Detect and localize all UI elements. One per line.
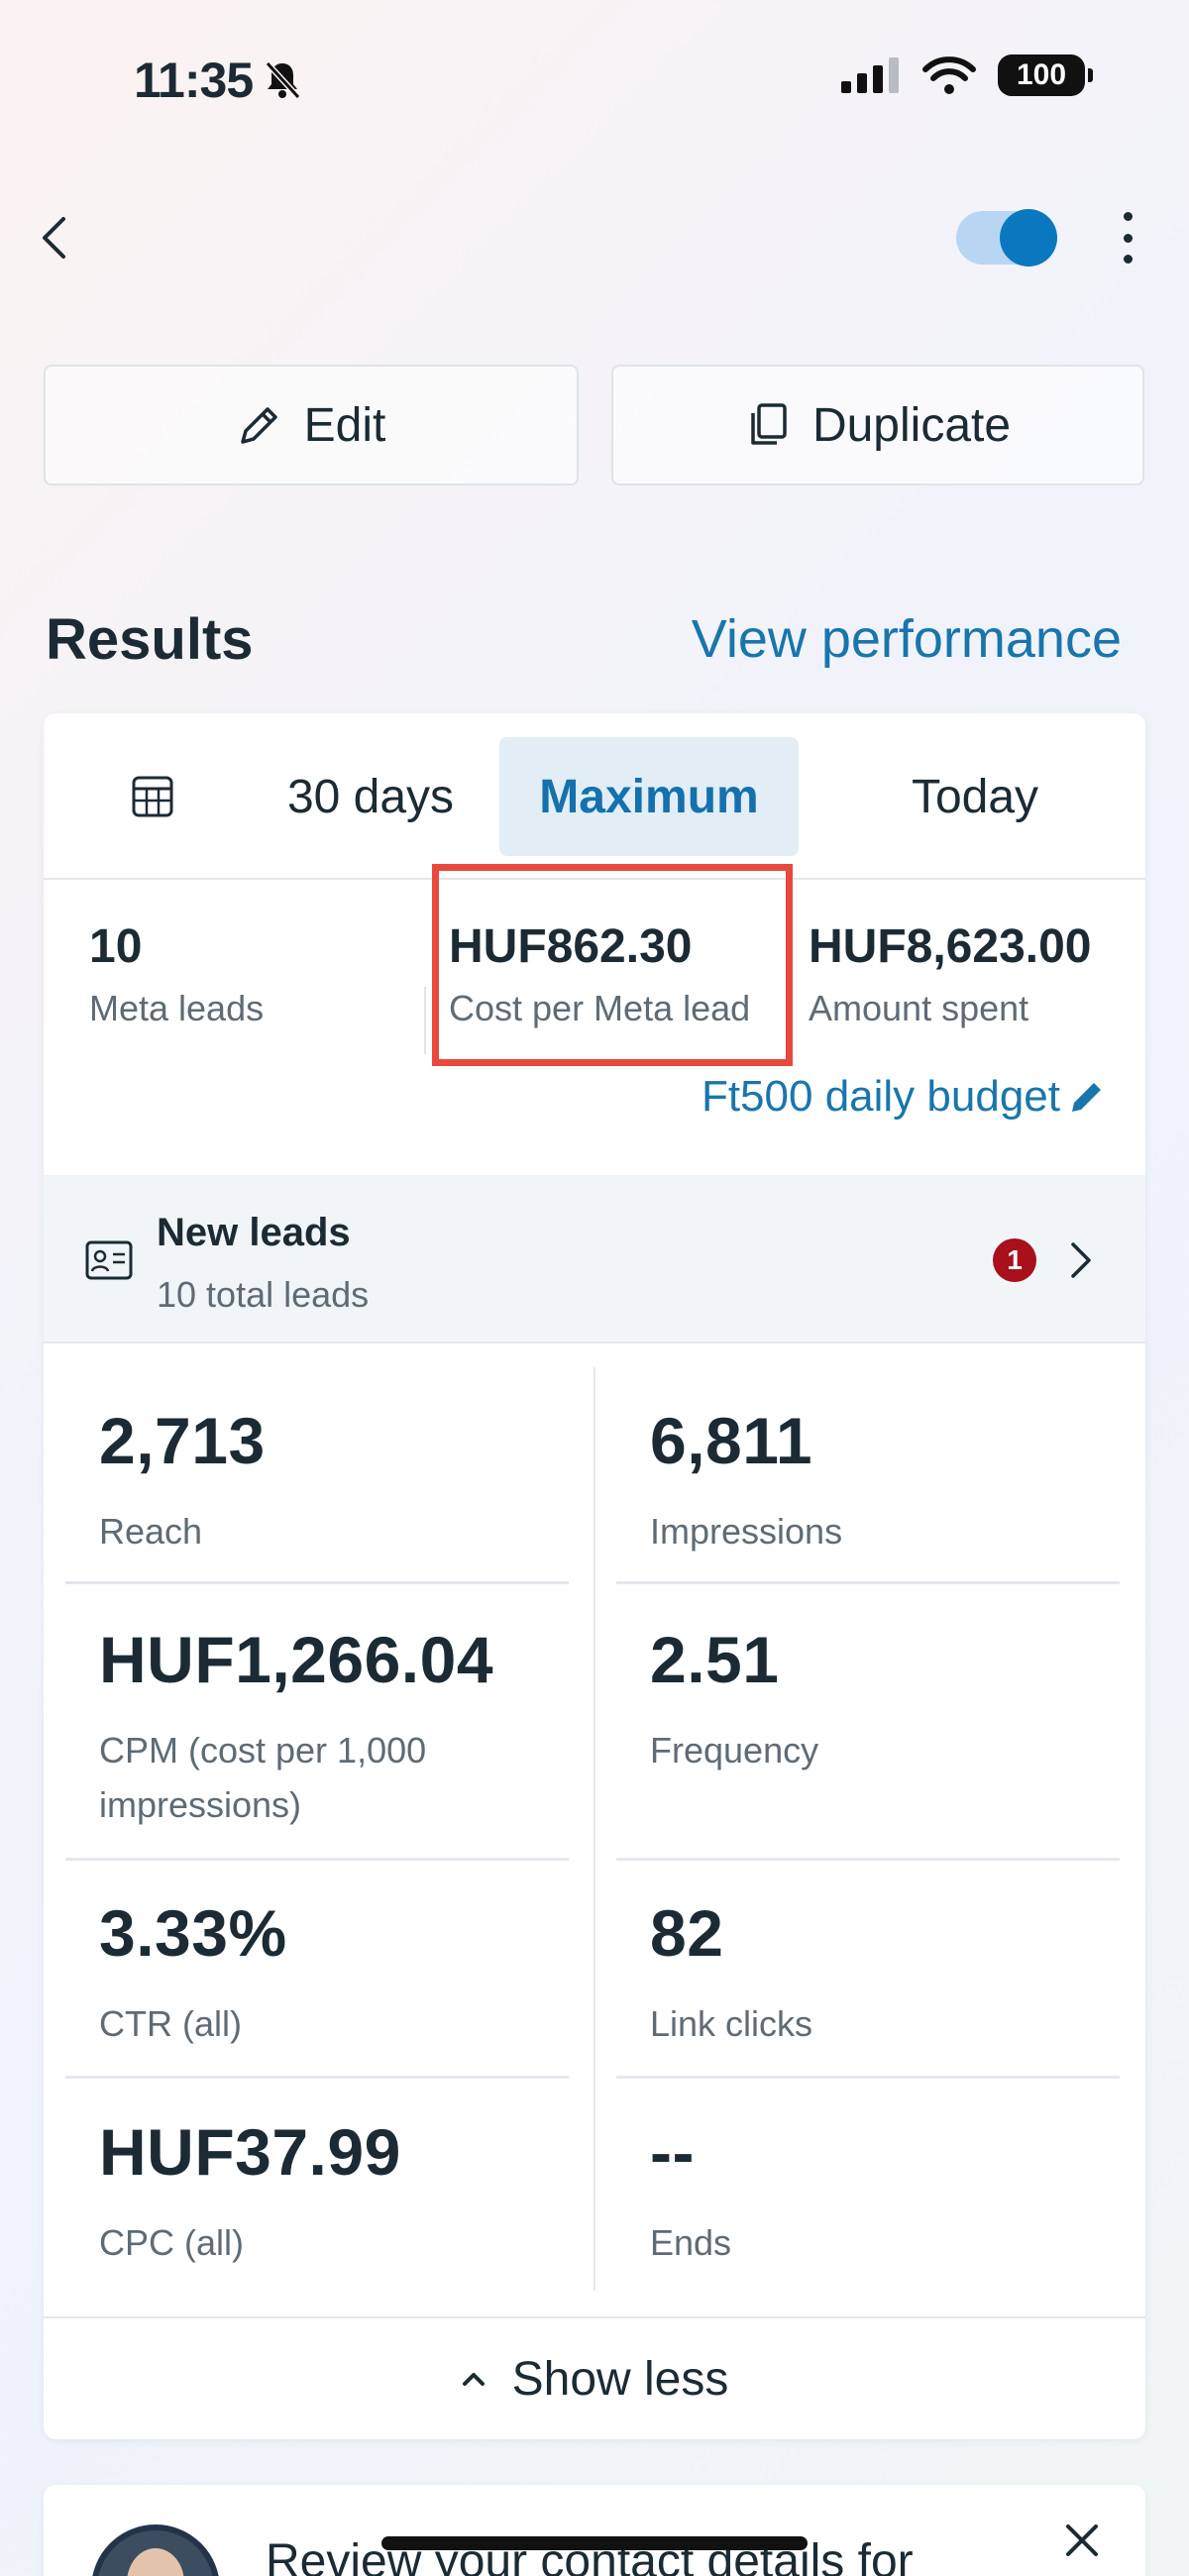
metric-label: Ends <box>650 2222 732 2263</box>
chevron-right-icon <box>1071 1242 1091 1278</box>
status-right: 100 <box>841 54 1093 96</box>
tab-today[interactable]: Today <box>826 737 1124 856</box>
duplicate-label: Duplicate <box>811 398 1012 452</box>
metric-value: HUF1,266.04 <box>99 1623 494 1696</box>
metric-link-clicks: 82 Link clicks <box>616 1860 1120 2079</box>
metric-value: 3.33% <box>99 1896 287 1970</box>
new-leads-title: New leads <box>157 1211 351 1254</box>
edit-label: Edit <box>303 398 386 452</box>
metric-label: CPM (cost per 1,000 impressions) <box>99 1730 427 1825</box>
battery-icon: 100 <box>998 54 1093 96</box>
new-leads-row[interactable]: New leads 10 total leads 1 <box>44 1175 1145 1343</box>
results-card: 30 days Maximum Today 10 Meta leads HUF8… <box>44 713 1145 2439</box>
back-icon[interactable] <box>40 213 79 263</box>
show-less-label: Show less <box>511 2352 729 2406</box>
contact-card-icon <box>85 1240 133 1280</box>
pencil-icon <box>240 407 277 444</box>
metric-ends: -- Ends <box>616 2079 1120 2270</box>
new-leads-subtitle: 10 total leads <box>157 1274 370 1315</box>
calendar-icon[interactable] <box>103 737 202 856</box>
tab-maximum[interactable]: Maximum <box>499 737 799 856</box>
metric-cpm: HUF1,266.04 CPM (cost per 1,000 impressi… <box>65 1586 569 1861</box>
battery-level: 100 <box>1016 58 1067 91</box>
kpi-divider <box>424 987 426 1054</box>
metric-label: CTR (all) <box>99 2003 242 2044</box>
wifi-icon <box>922 56 976 94</box>
show-less-button[interactable]: Show less <box>44 2316 1145 2439</box>
metric-value: 6,811 <box>650 1404 813 1477</box>
toggle-knob <box>1000 209 1057 267</box>
ad-status-toggle[interactable] <box>956 209 1057 267</box>
status-time: 11:35 <box>134 52 302 109</box>
duplicate-icon <box>751 403 787 445</box>
close-icon[interactable] <box>1062 2521 1102 2560</box>
metric-label: Link clicks <box>650 2003 813 2044</box>
metric-value: 2.51 <box>650 1623 780 1696</box>
results-title: Results <box>46 607 254 672</box>
metric-impressions: 6,811 Impressions <box>616 1367 1120 1584</box>
notification-badge: 1 <box>993 1238 1036 1282</box>
kpi-label: Amount spent <box>809 988 1029 1028</box>
signal-icon <box>841 57 899 93</box>
tab-30-days[interactable]: 30 days <box>232 737 509 856</box>
home-indicator <box>381 2536 808 2550</box>
status-time-text: 11:35 <box>134 53 254 108</box>
bell-muted-icon <box>265 60 301 100</box>
duplicate-button[interactable]: Duplicate <box>611 365 1144 485</box>
chevron-up-icon <box>462 2373 485 2386</box>
daily-budget-link[interactable]: Ft500 daily budget <box>702 1072 1106 1122</box>
metric-frequency: 2.51 Frequency <box>616 1586 1120 1861</box>
pencil-icon <box>1072 1083 1101 1112</box>
metric-cpc: HUF37.99 CPC (all) <box>65 2079 569 2270</box>
budget-label: Ft500 daily budget <box>701 1072 1060 1121</box>
more-options-icon[interactable] <box>1115 212 1140 264</box>
metric-reach: 2,713 Reach <box>65 1367 569 1584</box>
metric-value: 82 <box>650 1896 724 1970</box>
metric-value: 2,713 <box>99 1404 266 1477</box>
kpi-meta-leads: 10 Meta leads <box>89 919 264 1029</box>
kpi-value: 10 <box>89 920 143 973</box>
avatar <box>91 2524 220 2576</box>
kpi-value: HUF8,623.00 <box>809 920 1092 973</box>
metric-label: CPC (all) <box>99 2222 245 2263</box>
metric-separator <box>65 1581 569 1584</box>
metric-label: Reach <box>99 1511 203 1552</box>
metric-separator <box>616 1581 1120 1584</box>
view-performance-link[interactable]: View performance <box>692 608 1122 670</box>
edit-button[interactable]: Edit <box>44 365 579 485</box>
metric-value: HUF37.99 <box>99 2115 401 2189</box>
metrics-divider <box>594 1367 595 2291</box>
metric-label: Impressions <box>650 1511 843 1552</box>
metric-ctr: 3.33% CTR (all) <box>65 1860 569 2079</box>
highlight-annotation-box <box>432 864 793 1066</box>
metric-value: -- <box>650 2115 695 2189</box>
kpi-label: Meta leads <box>89 988 265 1028</box>
contact-details-promo[interactable]: Review your contact details for <box>44 2485 1145 2576</box>
date-range-tabs: 30 days Maximum Today <box>44 713 1145 880</box>
kpi-amount-spent: HUF8,623.00 Amount spent <box>809 919 1092 1029</box>
metric-label: Frequency <box>650 1730 819 1771</box>
